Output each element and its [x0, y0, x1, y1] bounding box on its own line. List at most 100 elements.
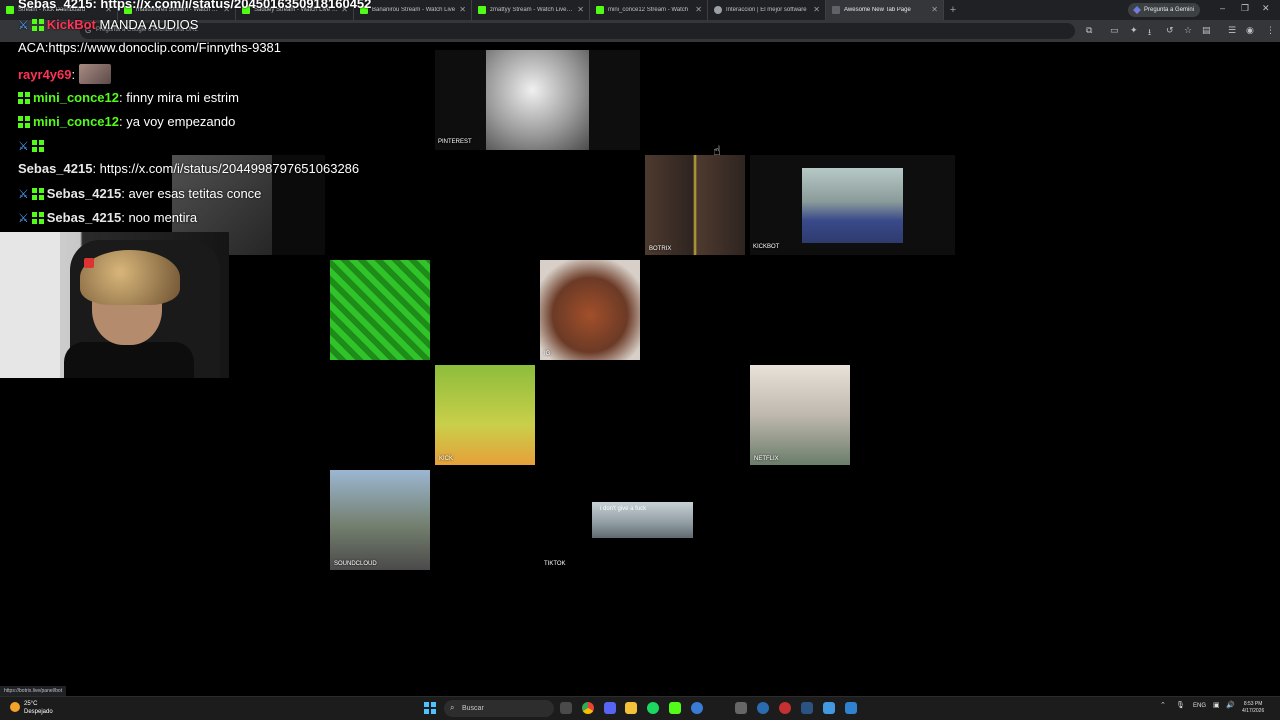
tile-city-meme[interactable]: i don't give a fuck — [592, 502, 693, 538]
chat-username: mini_conce12 — [33, 114, 119, 129]
chat-message: mini_conce12: finny mira mi estrim — [18, 90, 239, 106]
chat-text: : ya voy empezando — [119, 114, 236, 129]
tile-label: PINTEREST — [438, 139, 472, 145]
chevron-up-icon[interactable]: ⌃ — [1160, 701, 1166, 709]
chat-username: rayr4y69 — [18, 67, 72, 82]
background-object — [84, 258, 94, 268]
app-icon[interactable] — [757, 702, 769, 714]
sword-badge-icon: ⚔ — [18, 18, 29, 32]
tab-bananirou[interactable]: Bananirou Stream - Watch Live ✕ — [354, 0, 472, 20]
chat-message: Sebas_4215: https://x.com/i/status/20449… — [18, 161, 359, 177]
microphone-icon[interactable]: 🎙 — [1176, 701, 1185, 709]
tile-netflix[interactable]: NETFLIX — [750, 365, 850, 465]
mouse-cursor-icon: ☝ — [713, 143, 721, 158]
kick-icon — [478, 6, 486, 14]
app-icon[interactable] — [801, 702, 813, 714]
close-icon[interactable]: ✕ — [577, 5, 584, 14]
close-icon[interactable]: ✕ — [813, 5, 820, 14]
chat-text: : finny mira mi estrim — [119, 90, 239, 105]
sword-badge-icon: ⚔ — [18, 211, 29, 225]
tab-title: zmattyy Stream - Watch Live on — [490, 7, 574, 13]
tile-botrix[interactable]: BOTRIX — [645, 155, 745, 255]
volume-icon[interactable]: 🔊 — [1226, 701, 1235, 709]
chat-username: mini_conce12 — [33, 90, 119, 105]
new-tab-button[interactable]: + — [944, 4, 962, 16]
chat-text: ACA:https://www.donoclip.com/Finnyths-93… — [18, 40, 282, 55]
tab-title: Awesome New Tab Page — [844, 7, 911, 13]
app-icon[interactable] — [779, 702, 791, 714]
taskbar-clock[interactable]: 8:53 PM 4/17/2026 — [1242, 701, 1264, 715]
sub-badge-icon — [31, 19, 44, 31]
streamer-shirt — [64, 342, 194, 378]
sword-badge-icon: ⚔ — [18, 187, 29, 201]
search-placeholder: Buscar — [462, 705, 484, 712]
chrome-icon[interactable] — [582, 702, 594, 714]
menu-icon[interactable]: ☰ — [1228, 25, 1236, 36]
weather-desc: Despejado — [24, 709, 53, 715]
tile-label: BOTRIX — [649, 246, 672, 252]
restore-icon[interactable]: ❐ — [1241, 3, 1249, 14]
tile-soundcloud[interactable]: SOUNDCLOUD — [330, 470, 430, 570]
kick-icon — [596, 6, 604, 14]
gemini-button[interactable]: Pregunta a Gemini — [1128, 3, 1201, 17]
clock-time: 8:53 PM — [1243, 701, 1263, 707]
tile-kickbot-image[interactable] — [802, 168, 903, 243]
extensions-icon[interactable]: ⧉ — [1086, 25, 1092, 36]
close-icon[interactable]: ✕ — [459, 5, 466, 14]
puzzle-icon[interactable]: ✦ — [1130, 25, 1138, 36]
sub-badge-icon — [31, 212, 44, 224]
tab-awesome-new-tab[interactable]: Awesome New Tab Page ✕ — [826, 0, 944, 20]
chat-message: rayr4y69: — [18, 64, 111, 84]
app-icon[interactable] — [691, 702, 703, 714]
spotify-icon[interactable] — [647, 702, 659, 714]
task-view-icon[interactable] — [560, 702, 572, 714]
sub-badge-icon — [31, 188, 44, 200]
monitor-icon[interactable]: ▣ — [1213, 701, 1220, 709]
minimize-icon[interactable]: – — [1220, 3, 1225, 13]
tile-pinterest-image[interactable] — [486, 50, 589, 150]
tile-pickle-rick[interactable] — [330, 260, 430, 360]
tile-label: NETFLIX — [754, 456, 779, 462]
tile-label: KICKBOT — [753, 244, 780, 250]
sword-badge-icon: ⚔ — [18, 139, 29, 153]
tile-label: SOUNDCLOUD — [334, 561, 377, 567]
bookmark-star-icon[interactable]: ☆ — [1184, 25, 1192, 36]
kick-app-icon[interactable] — [669, 702, 681, 714]
chat-username: Sebas_4215 — [18, 161, 93, 176]
tab-zmattyy[interactable]: zmattyy Stream - Watch Live on ✕ — [472, 0, 590, 20]
chat-message: ⚔ Sebas_4215: aver esas tetitas conce — [18, 186, 261, 202]
emote-image — [78, 64, 111, 84]
close-icon[interactable]: ✕ — [931, 5, 938, 14]
reading-list-icon[interactable]: ▤ — [1202, 25, 1211, 36]
tab-mini-conce12[interactable]: mini_conce12 Stream - Watch ✕ — [590, 0, 708, 20]
chat-username: Sebas_4215 — [46, 210, 122, 225]
address-bar[interactable]: G Pregunta a Google o escribe una URL — [80, 23, 1075, 39]
close-icon[interactable]: ✕ — [695, 5, 702, 14]
streamer-hair — [80, 250, 180, 305]
language-indicator[interactable]: ENG — [1193, 703, 1206, 709]
chat-message: ACA:https://www.donoclip.com/Finnyths-93… — [18, 40, 281, 56]
notepad-icon[interactable] — [845, 702, 857, 714]
profile-icon[interactable]: ◉ — [1246, 25, 1254, 36]
taskbar-search[interactable]: ⌕ Buscar — [444, 700, 554, 717]
background-door — [0, 232, 60, 378]
close-window-icon[interactable]: ✕ — [1262, 3, 1270, 14]
chat-message-partial: Sebas_4215: https://x.com/i/status/20450… — [18, 0, 372, 11]
more-icon[interactable]: ⋮ — [1266, 25, 1275, 36]
tile-kick[interactable]: KICK — [435, 365, 535, 465]
file-explorer-icon[interactable] — [625, 702, 637, 714]
shield-icon[interactable] — [823, 702, 835, 714]
page-icon — [832, 6, 840, 14]
discord-icon[interactable] — [604, 702, 616, 714]
history-icon[interactable]: ↺ — [1166, 25, 1174, 36]
meme-caption: i don't give a fuck — [600, 506, 647, 512]
tile-label: TIKTOK — [544, 561, 566, 567]
sidebar-icon[interactable]: ▭ — [1110, 25, 1119, 36]
tile-ig[interactable]: IG — [540, 260, 640, 360]
download-icon[interactable]: ⭳ — [1148, 25, 1151, 41]
tab-interaccion[interactable]: Interacción | El mejor software ✕ — [708, 0, 826, 20]
windows-start-icon[interactable] — [424, 702, 436, 714]
chat-message: mini_conce12: ya voy empezando — [18, 114, 235, 130]
app-icon[interactable] — [735, 702, 747, 714]
weather-widget[interactable]: 25°C Despejado — [10, 700, 53, 716]
